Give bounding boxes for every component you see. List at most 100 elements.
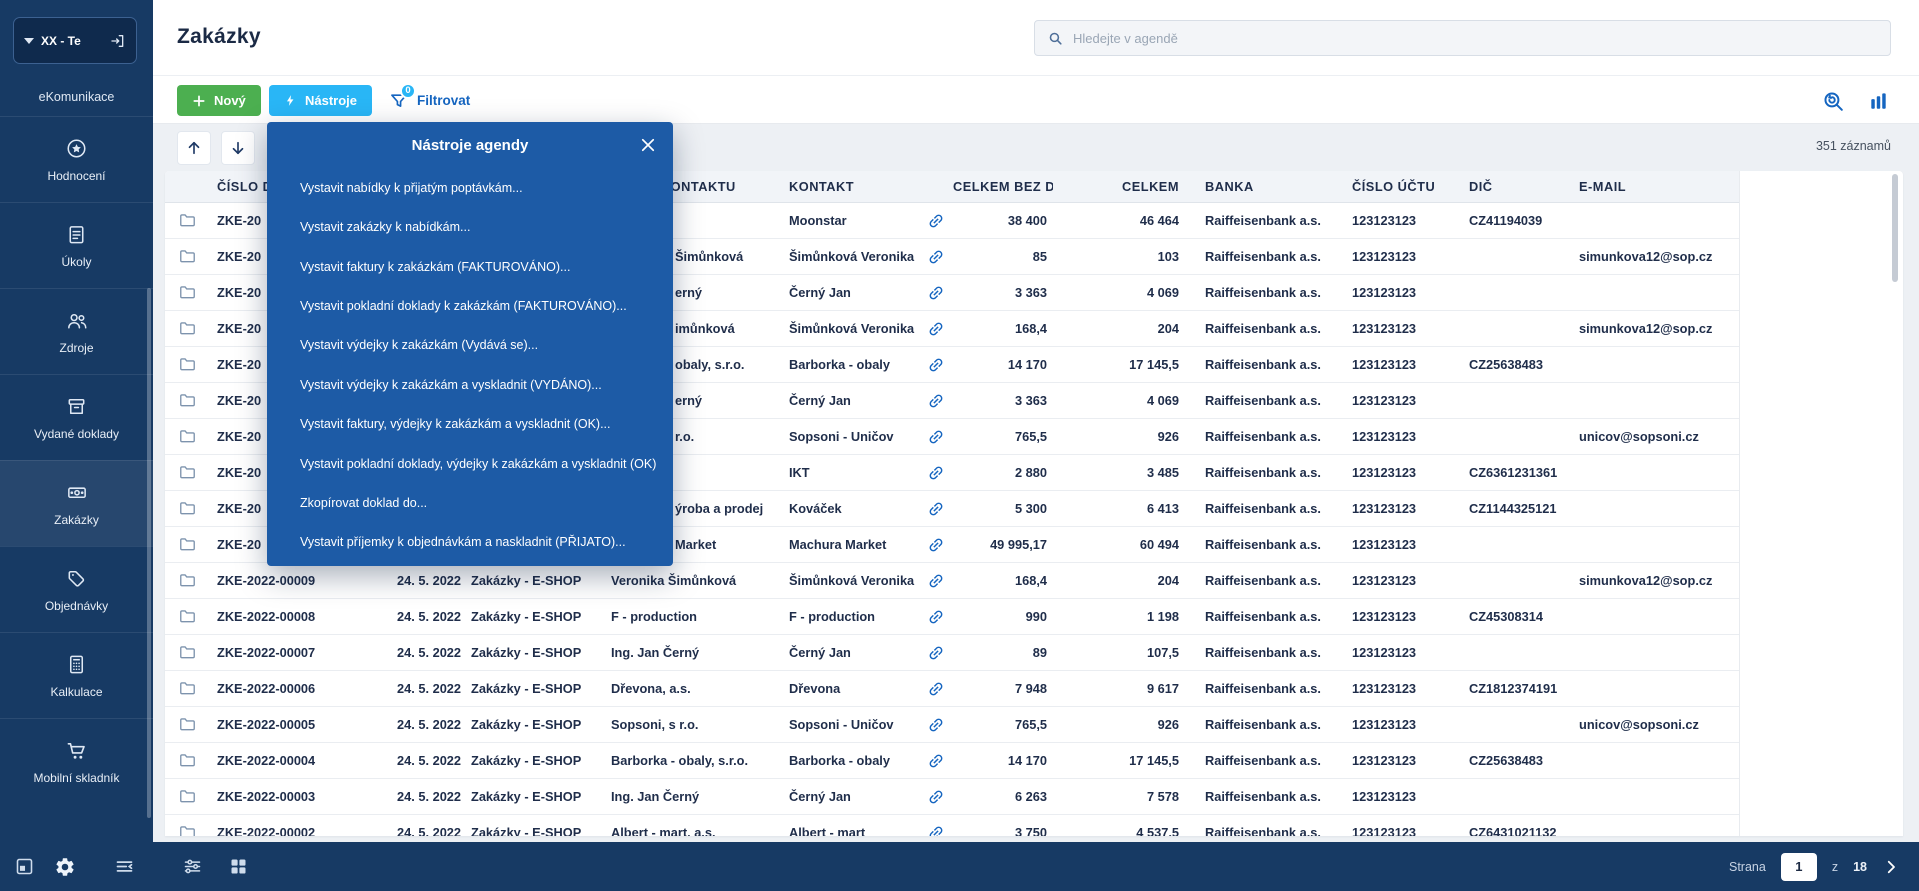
sidebar-item-zakazky[interactable]: Zakázky [0, 460, 153, 546]
sort-ascending-button[interactable] [177, 131, 211, 165]
folder-icon[interactable] [178, 427, 197, 446]
tools-menu-item-7[interactable]: Vystavit faktury, výdejky k zakázkám a v… [267, 404, 673, 443]
table-row[interactable]: ZKE-2022-00008 24. 5. 2022 Zakázky - E-S… [165, 599, 1739, 635]
table-row[interactable]: ZKE-2022-00007 24. 5. 2022 Zakázky - E-S… [165, 635, 1739, 671]
logout-icon[interactable] [110, 33, 126, 49]
link-icon[interactable] [927, 500, 945, 518]
folder-icon[interactable] [178, 355, 197, 374]
link-icon[interactable] [927, 536, 945, 554]
tools-menu-item-4[interactable]: Vystavit pokladní doklady k zakázkám (FA… [267, 286, 673, 325]
cell-vat-id: CZ1812374191 [1452, 681, 1572, 696]
col-vat-id[interactable]: DIČ [1452, 179, 1572, 194]
settings-gear-icon[interactable] [54, 856, 75, 877]
folder-icon[interactable] [178, 535, 197, 554]
link-icon[interactable] [927, 680, 945, 698]
tools-menu-item-1[interactable]: Vystavit nabídky k přijatým poptávkám... [267, 168, 673, 207]
cell-contact: Šimůnková Veronika [781, 249, 919, 264]
table-row[interactable]: ZKE-2022-00006 24. 5. 2022 Zakázky - E-S… [165, 671, 1739, 707]
table-row[interactable]: ZKE-2022-00002 24. 5. 2022 Zakázky - E-S… [165, 815, 1739, 836]
folder-icon[interactable] [178, 571, 197, 590]
tools-menu-item-5[interactable]: Vystavit výdejky k zakázkám (Vydává se).… [267, 326, 673, 365]
col-total[interactable]: CELKEM [1053, 179, 1185, 194]
table-row[interactable]: ZKE-2022-00009 24. 5. 2022 Zakázky - E-S… [165, 563, 1739, 599]
refresh-search-icon[interactable] [1821, 88, 1847, 114]
link-icon[interactable] [927, 248, 945, 266]
link-icon[interactable] [927, 788, 945, 806]
col-contact[interactable]: KONTAKT [781, 179, 919, 194]
link-icon[interactable] [927, 644, 945, 662]
sidebar-item-ukoly[interactable]: Úkoly [0, 202, 153, 288]
sliders-icon[interactable] [182, 856, 203, 877]
link-icon[interactable] [927, 356, 945, 374]
sidebar-item-ekomunikace[interactable]: eKomunikace [0, 90, 153, 104]
tools-menu-item-2[interactable]: Vystavit zakázky k nabídkám... [267, 207, 673, 246]
cell-doctype: Zakázky - E-SHOP [463, 609, 603, 624]
cell-contact-name: Dřevona, a.s. [603, 681, 781, 696]
tools-menu-item-6[interactable]: Vystavit výdejky k zakázkám a vyskladnit… [267, 365, 673, 404]
cell-email: simunkova12@sop.cz [1572, 573, 1740, 588]
cell-email: simunkova12@sop.cz [1572, 321, 1740, 336]
link-icon[interactable] [927, 284, 945, 302]
tools-menu-item-9[interactable]: Zkopírovat doklad do... [267, 483, 673, 522]
page-number-input[interactable] [1781, 853, 1817, 881]
link-icon[interactable] [927, 752, 945, 770]
cell-doctype: Zakázky - E-SHOP [463, 789, 603, 804]
close-icon[interactable] [639, 136, 657, 154]
folder-icon[interactable] [178, 643, 197, 662]
tools-button[interactable]: Nástroje [269, 85, 372, 116]
cell-account: 123123123 [1335, 213, 1452, 228]
grid-view-icon[interactable] [228, 856, 249, 877]
sidebar-item-hodnoceni[interactable]: Hodnocení [0, 116, 153, 202]
folder-icon[interactable] [178, 751, 197, 770]
table-scrollbar[interactable] [1892, 174, 1898, 282]
folder-icon[interactable] [178, 211, 197, 230]
folder-icon[interactable] [178, 715, 197, 734]
link-icon[interactable] [927, 212, 945, 230]
company-selector[interactable]: XX - Te [13, 17, 137, 64]
sort-descending-button[interactable] [221, 131, 255, 165]
folder-icon[interactable] [178, 247, 197, 266]
col-bank[interactable]: BANKA [1185, 179, 1335, 194]
filter-button[interactable]: 0 Filtrovat [389, 85, 470, 116]
sidebar-scrollbar[interactable] [147, 288, 151, 818]
banknote-icon [65, 481, 89, 504]
sidebar-item-kalkulace[interactable]: Kalkulace [0, 632, 153, 718]
folder-icon[interactable] [178, 499, 197, 518]
new-button[interactable]: Nový [177, 85, 261, 116]
folder-icon[interactable] [178, 463, 197, 482]
columns-settings-icon[interactable] [1867, 88, 1893, 114]
folder-icon[interactable] [178, 319, 197, 338]
link-icon[interactable] [927, 392, 945, 410]
sidebar-item-zdroje[interactable]: Zdroje [0, 288, 153, 374]
cell-contact: Dřevona [781, 681, 919, 696]
col-email[interactable]: E-MAIL [1572, 179, 1740, 194]
tools-menu-item-8[interactable]: Vystavit pokladní doklady, výdejky k zak… [267, 444, 673, 483]
table-row[interactable]: ZKE-2022-00004 24. 5. 2022 Zakázky - E-S… [165, 743, 1739, 779]
link-icon[interactable] [927, 320, 945, 338]
folder-icon[interactable] [178, 283, 197, 302]
link-icon[interactable] [927, 608, 945, 626]
folder-icon[interactable] [178, 787, 197, 806]
link-icon[interactable] [927, 572, 945, 590]
table-row[interactable]: ZKE-2022-00005 24. 5. 2022 Zakázky - E-S… [165, 707, 1739, 743]
search-input[interactable] [1073, 31, 1878, 46]
col-account[interactable]: ČÍSLO ÚČTU [1335, 179, 1452, 194]
folder-icon[interactable] [178, 391, 197, 410]
link-icon[interactable] [927, 428, 945, 446]
link-icon[interactable] [927, 824, 945, 837]
sidebar-item-mobilni-skladnik[interactable]: Mobilní skladník [0, 718, 153, 804]
folder-icon[interactable] [178, 679, 197, 698]
link-icon[interactable] [927, 716, 945, 734]
tools-menu-item-3[interactable]: Vystavit faktury k zakázkám (FAKTUROVÁNO… [267, 247, 673, 286]
folder-icon[interactable] [178, 607, 197, 626]
tools-menu-item-10[interactable]: Vystavit příjemky k objednávkám a naskla… [267, 523, 673, 562]
chevron-right-icon[interactable] [1882, 858, 1900, 876]
dashboard-icon[interactable] [14, 856, 35, 877]
link-icon[interactable] [927, 464, 945, 482]
table-row[interactable]: ZKE-2022-00003 24. 5. 2022 Zakázky - E-S… [165, 779, 1739, 815]
sidebar-item-objednavky[interactable]: Objednávky [0, 546, 153, 632]
menu-icon[interactable] [114, 856, 135, 877]
sidebar-item-vydane-doklady[interactable]: Vydané doklady [0, 374, 153, 460]
col-total-net[interactable]: CELKEM BEZ DPH [953, 179, 1053, 194]
folder-icon[interactable] [178, 823, 197, 836]
